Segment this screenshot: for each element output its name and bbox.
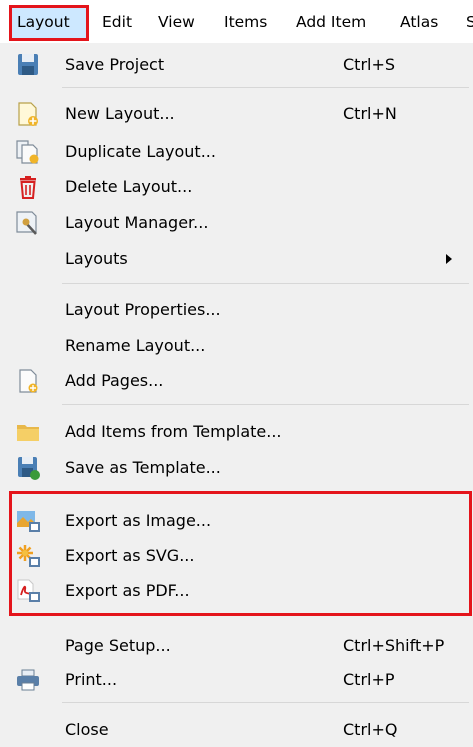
menu-item-label: Print... — [65, 670, 118, 689]
add-pages-icon — [19, 369, 38, 393]
menu-item-label: Close — [65, 720, 109, 739]
folder-icon — [17, 425, 39, 441]
menu-item-print[interactable]: Print... Ctrl+P — [0, 663, 473, 697]
menu-item-label: Delete Layout... — [65, 177, 193, 196]
trash-icon — [20, 176, 36, 199]
floppy-disk-icon — [18, 54, 38, 75]
menu-item-label: Add Pages... — [65, 371, 164, 390]
new-layout-icon — [18, 102, 38, 126]
menu-item-label: Layouts — [65, 249, 128, 268]
menu-item-add-items-from-template[interactable]: Add Items from Template... — [0, 415, 473, 449]
menu-item-label: Save as Template... — [65, 458, 221, 477]
menu-item-label: Layout Manager... — [65, 213, 209, 232]
highlight-box-export-group — [9, 491, 472, 616]
menu-item-shortcut: Ctrl+N — [343, 104, 397, 123]
menu-item-add-pages[interactable]: Add Pages... — [0, 364, 473, 398]
printer-icon — [17, 669, 39, 691]
menu-bar: Layout Edit View Items Add Item Atlas S — [0, 0, 473, 43]
menubar-item-view[interactable]: View — [158, 12, 195, 32]
menu-item-new-layout[interactable]: New Layout... Ctrl+N — [0, 97, 473, 131]
menu-item-duplicate-layout[interactable]: Duplicate Layout... — [0, 135, 473, 169]
menu-item-shortcut: Ctrl+Shift+P — [343, 636, 445, 655]
highlight-box-layout-menu — [9, 5, 89, 41]
menu-item-shortcut: Ctrl+P — [343, 670, 395, 689]
menu-item-label: Add Items from Template... — [65, 422, 282, 441]
menu-separator — [62, 702, 469, 703]
menu-item-label: Page Setup... — [65, 636, 171, 655]
menu-item-layout-properties[interactable]: Layout Properties... — [0, 293, 473, 327]
menu-item-save-project[interactable]: Save Project Ctrl+S — [0, 48, 473, 82]
menubar-item-items[interactable]: Items — [224, 12, 267, 32]
menu-item-layouts-submenu[interactable]: Layouts — [0, 242, 473, 276]
menu-item-label: Rename Layout... — [65, 336, 206, 355]
menu-item-layout-manager[interactable]: Layout Manager... — [0, 206, 473, 240]
save-template-icon — [18, 457, 40, 480]
menubar-item-edit[interactable]: Edit — [102, 12, 132, 32]
duplicate-layout-icon — [16, 140, 39, 164]
menu-item-page-setup[interactable]: Page Setup... Ctrl+Shift+P — [0, 629, 473, 663]
menu-separator — [62, 283, 469, 284]
menu-item-delete-layout[interactable]: Delete Layout... — [0, 170, 473, 204]
menu-item-shortcut: Ctrl+S — [343, 55, 396, 74]
menu-item-shortcut: Ctrl+Q — [343, 720, 398, 739]
menu-item-rename-layout[interactable]: Rename Layout... — [0, 329, 473, 363]
menu-item-save-as-template[interactable]: Save as Template... — [0, 451, 473, 485]
menu-item-label: Save Project — [65, 55, 165, 74]
menu-item-label: Layout Properties... — [65, 300, 221, 319]
menu-separator — [62, 404, 469, 405]
menu-item-label: Duplicate Layout... — [65, 142, 216, 161]
layout-manager-icon — [16, 211, 37, 235]
menubar-item-add-item[interactable]: Add Item — [296, 12, 366, 32]
menubar-item-atlas[interactable]: Atlas — [400, 12, 438, 32]
submenu-arrow-icon — [446, 254, 452, 264]
menu-item-label: New Layout... — [65, 104, 175, 123]
menubar-item-settings-partial[interactable]: S — [466, 12, 473, 32]
menu-separator — [62, 87, 469, 88]
menu-item-close[interactable]: Close Ctrl+Q — [0, 713, 473, 747]
